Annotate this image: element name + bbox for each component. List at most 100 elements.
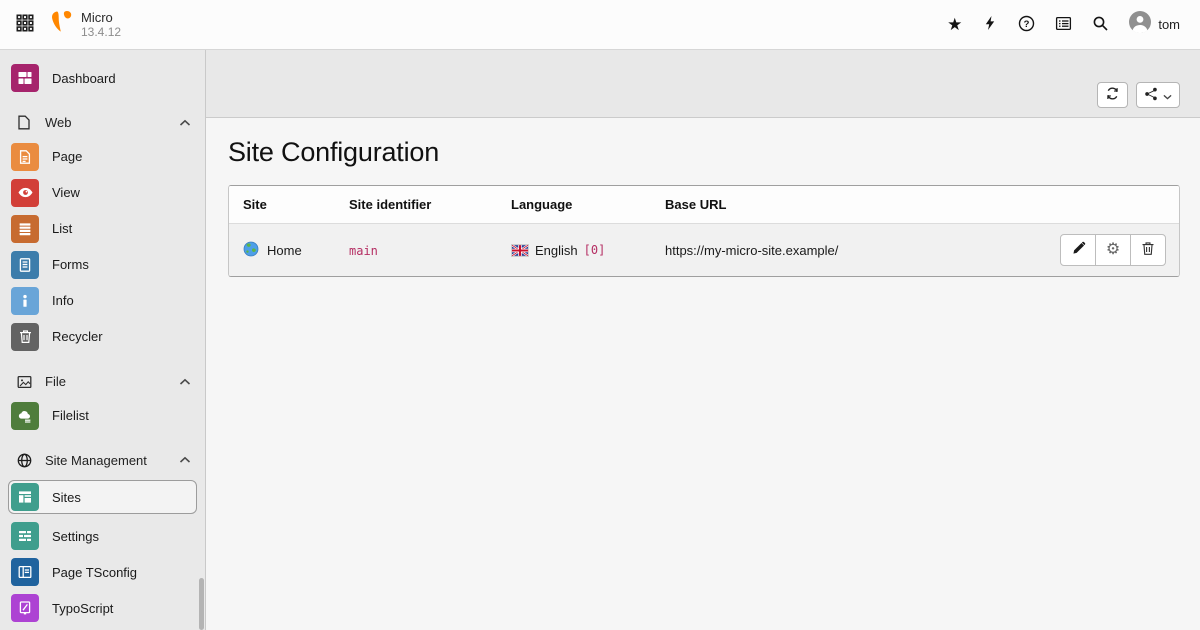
share-dropdown-button[interactable] (1136, 82, 1180, 108)
eye-icon (11, 179, 39, 207)
site-globe-icon (243, 241, 259, 260)
typo3-logo-icon (50, 10, 73, 38)
sidebar-item-info[interactable]: Info (8, 287, 197, 315)
sidebar-item-label: Settings (52, 529, 99, 544)
refresh-icon (1105, 86, 1120, 104)
trash-icon (1141, 241, 1155, 259)
username-label: tom (1158, 17, 1180, 32)
user-menu[interactable]: tom (1123, 7, 1186, 42)
trash-icon (11, 323, 39, 351)
column-header-identifier: Site identifier (341, 186, 503, 224)
site-configuration-table: Site Site identifier Language Base URL (228, 185, 1180, 277)
sidebar-item-forms[interactable]: Forms (8, 251, 197, 279)
sidebar-item-filelist[interactable]: Filelist (8, 402, 197, 430)
sidebar-item-label: Page (52, 149, 82, 164)
column-header-base-url: Base URL (657, 186, 1029, 224)
sidebar-item-dashboard[interactable]: Dashboard (8, 64, 197, 92)
system-information-icon (1055, 15, 1072, 35)
site-title: Home (267, 243, 302, 258)
search-button[interactable] (1086, 9, 1115, 41)
base-url-value: https://my-micro-site.example/ (665, 243, 838, 258)
settings-sliders-icon (11, 522, 39, 550)
sidebar-item-label: Dashboard (52, 71, 116, 86)
sidebar-item-settings[interactable]: Settings (8, 522, 197, 550)
brand[interactable]: Micro 13.4.12 (50, 10, 121, 40)
page-title: Site Configuration (228, 137, 1180, 168)
sidebar-section-file[interactable]: File (16, 371, 191, 393)
sidebar-scrollbar[interactable] (199, 578, 204, 630)
lightning-bolt-icon (982, 15, 998, 34)
language-index: [0] (584, 243, 606, 257)
site-identifier: main (349, 244, 378, 258)
product-name: Micro (81, 10, 121, 26)
chevron-down-icon (1163, 88, 1172, 103)
sidebar-section-label: Site Management (45, 453, 166, 468)
site-settings-button[interactable]: ⚙ (1095, 234, 1131, 266)
module-menu-toggle-button[interactable] (10, 8, 40, 41)
sidebar-item-label: Page TSconfig (52, 565, 137, 580)
sidebar-item-sites[interactable]: Sites (8, 480, 197, 514)
sidebar-item-recycler[interactable]: Recycler (8, 323, 197, 351)
svg-text:?: ? (1024, 19, 1030, 30)
share-icon (1144, 87, 1158, 104)
sites-icon (11, 483, 39, 511)
sidebar-item-list[interactable]: List (8, 215, 197, 243)
gear-icon: ⚙ (1106, 242, 1120, 258)
table-header-row: Site Site identifier Language Base URL (229, 186, 1179, 224)
topbar: Micro 13.4.12 ★ ? (0, 0, 1200, 50)
user-avatar-icon (1129, 11, 1151, 38)
typoscript-icon (11, 594, 39, 622)
search-icon (1092, 15, 1109, 35)
list-icon (11, 215, 39, 243)
chevron-up-icon (179, 378, 191, 386)
product-version: 13.4.12 (81, 25, 121, 39)
sidebar-item-label: Forms (52, 257, 89, 272)
table-row: Home main (229, 224, 1179, 277)
sidebar-section-label: Web (45, 115, 166, 130)
sidebar-item-label: View (52, 185, 80, 200)
sidebar-item-label: Sites (52, 490, 81, 505)
flag-gb-icon (511, 244, 529, 257)
sidebar-item-label: TypoScript (52, 601, 113, 616)
image-icon (16, 374, 32, 390)
column-header-actions (1029, 186, 1179, 224)
sidebar-item-typoscript[interactable]: TypoScript (8, 594, 197, 622)
edit-site-button[interactable] (1060, 234, 1096, 266)
module-menu-sidebar: Dashboard Web Page (0, 50, 206, 630)
chevron-up-icon (179, 119, 191, 127)
bookmark-star-icon: ★ (947, 16, 962, 33)
pencil-icon (1071, 241, 1086, 259)
sidebar-item-page-tsconfig[interactable]: Page TSconfig (8, 558, 197, 586)
document-icon (16, 115, 32, 131)
sidebar-section-label: File (45, 374, 166, 389)
page-icon (11, 143, 39, 171)
sidebar-section-site-management[interactable]: Site Management (16, 450, 191, 472)
page-tsconfig-icon (11, 558, 39, 586)
sidebar-item-label: Recycler (52, 329, 103, 344)
globe-icon (16, 452, 32, 468)
sidebar-item-page[interactable]: Page (8, 143, 197, 171)
chevron-up-icon (179, 456, 191, 464)
main-content: Site Configuration Site Site identifier … (206, 50, 1200, 630)
bookmark-button[interactable]: ★ (941, 10, 968, 39)
system-information-button[interactable] (1049, 9, 1078, 41)
column-header-language: Language (503, 186, 657, 224)
filelist-icon (11, 402, 39, 430)
delete-site-button[interactable] (1130, 234, 1166, 266)
app-grid-icon (16, 14, 34, 35)
docheader (206, 50, 1200, 118)
sidebar-item-label: Info (52, 293, 74, 308)
info-icon (11, 287, 39, 315)
column-header-site: Site (229, 186, 341, 224)
sidebar-item-label: Filelist (52, 408, 89, 423)
forms-icon (11, 251, 39, 279)
sidebar-item-label: List (52, 221, 72, 236)
sidebar-item-view[interactable]: View (8, 179, 197, 207)
clear-cache-button[interactable] (976, 9, 1004, 40)
help-circle-icon: ? (1018, 15, 1035, 35)
help-button[interactable]: ? (1012, 9, 1041, 41)
dashboard-icon (11, 64, 39, 92)
refresh-button[interactable] (1097, 82, 1128, 108)
language-label: English (535, 243, 578, 258)
sidebar-section-web[interactable]: Web (16, 112, 191, 134)
